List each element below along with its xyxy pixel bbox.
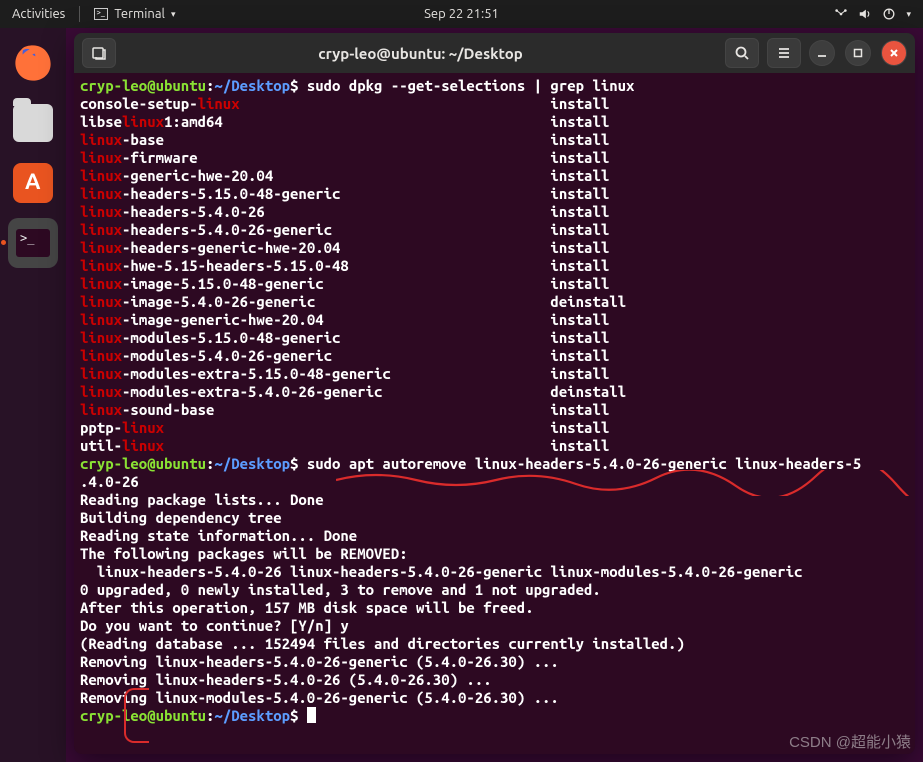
minimize-icon [816, 47, 828, 59]
gnome-top-bar: Activities Terminal ▾ Sep 22 21:51 ▾ [0, 0, 923, 28]
new-tab-icon [91, 45, 107, 61]
window-title: cryp-leo@ubuntu: ~/Desktop [124, 45, 717, 62]
search-icon [734, 45, 750, 61]
terminal-output[interactable]: cryp-leo@ubuntu:~/Desktop$ sudo dpkg --g… [74, 73, 915, 754]
clock[interactable]: Sep 22 21:51 [424, 7, 499, 21]
folder-icon [13, 104, 53, 142]
dock-software[interactable] [8, 158, 58, 208]
volume-icon[interactable] [858, 7, 872, 21]
close-button[interactable] [881, 40, 907, 66]
activities-button[interactable]: Activities [12, 7, 65, 21]
terminal-icon: >_ [16, 229, 50, 257]
dock-firefox[interactable] [8, 38, 58, 88]
minimize-button[interactable] [809, 40, 835, 66]
hamburger-icon [776, 45, 792, 61]
network-icon[interactable] [834, 7, 848, 21]
hamburger-menu-button[interactable] [767, 38, 801, 68]
app-menu[interactable]: Terminal ▾ [94, 7, 175, 21]
firefox-icon [12, 42, 54, 84]
terminal-window: cryp-leo@ubuntu: ~/Desktop cryp-leo@ubun… [74, 33, 915, 754]
search-button[interactable] [725, 38, 759, 68]
maximize-button[interactable] [845, 40, 871, 66]
chevron-down-icon: ▾ [171, 9, 176, 20]
close-icon [888, 47, 900, 59]
terminal-icon [94, 8, 108, 20]
dock-files[interactable] [8, 98, 58, 148]
chevron-down-icon: ▾ [906, 9, 911, 20]
window-title-bar[interactable]: cryp-leo@ubuntu: ~/Desktop [74, 33, 915, 73]
power-icon[interactable] [882, 7, 896, 21]
maximize-icon [852, 47, 864, 59]
software-store-icon [13, 163, 53, 203]
new-tab-button[interactable] [82, 38, 116, 68]
dock-terminal[interactable]: >_ [8, 218, 58, 268]
app-menu-label: Terminal [114, 7, 165, 21]
dock: >_ [0, 28, 66, 762]
